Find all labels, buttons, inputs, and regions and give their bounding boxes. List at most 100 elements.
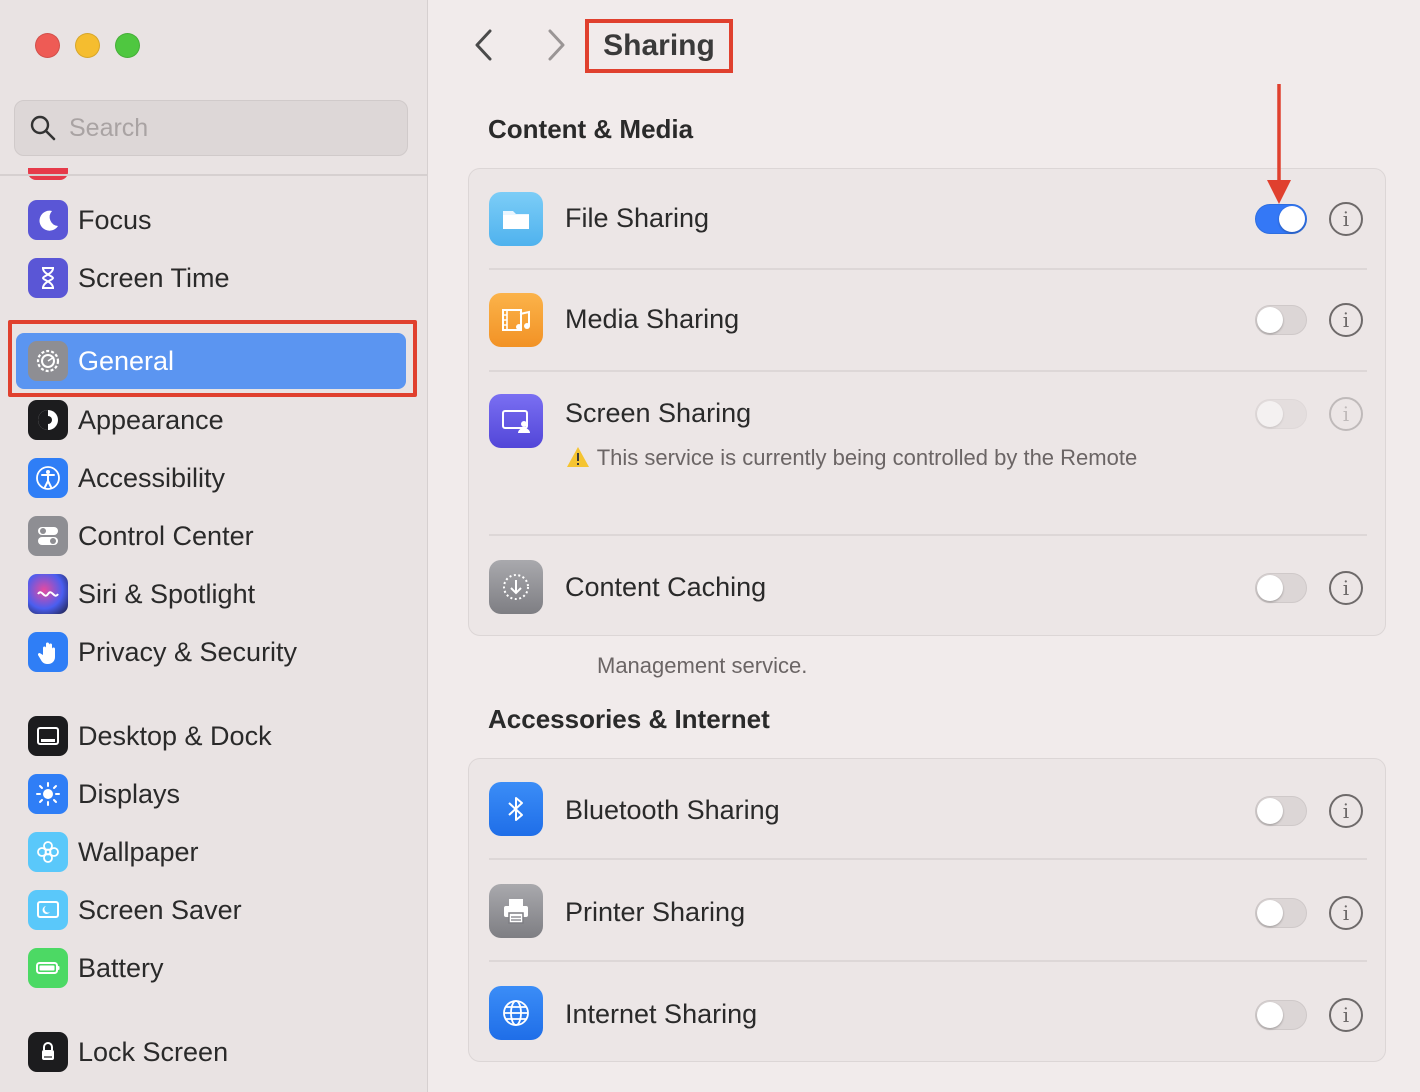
dock-icon [28,716,68,756]
info-icon: i [1342,799,1350,823]
chevron-right-icon [548,29,565,61]
battery-icon [28,948,68,988]
row-internet-sharing: Internet Sharing i [469,962,1387,1062]
sidebar-item-battery[interactable]: Battery [16,940,406,996]
sidebar-divider [0,174,427,176]
row-bluetooth-sharing: Bluetooth Sharing i [469,759,1387,859]
media-sharing-toggle[interactable] [1255,305,1307,335]
annotation-arrow [1267,84,1291,204]
printer-sharing-toggle[interactable] [1255,898,1307,928]
sidebar-item-general[interactable]: General [16,333,406,389]
sidebar-item-label: Battery [78,952,164,983]
flower-icon [28,832,68,872]
row-label: Bluetooth Sharing [565,795,780,825]
sidebar-item-screen-time[interactable]: Screen Time [16,250,406,306]
warning-text: This service is currently being controll… [596,445,1138,470]
sidebar-item-desktop-dock[interactable]: Desktop & Dock [16,708,406,764]
file-sharing-info-button[interactable]: i [1329,202,1363,236]
sidebar-item-control-center[interactable]: Control Center [16,508,406,564]
sidebar-item-label: Accessibility [78,462,226,493]
search-icon [30,115,56,141]
appearance-icon [28,400,68,440]
sidebar-item-label: Lock Screen [78,1036,229,1067]
search-input[interactable] [69,113,369,143]
info-icon: i [1342,207,1350,231]
content-media-card: File Sharing i Media Sharing i Screen Sh… [468,168,1387,678]
section-title-content-media: Content & Media [488,114,694,144]
zoom-window-button[interactable] [115,33,140,58]
warning-message: This service is currently being controll… [565,439,1205,477]
sidebar-item-appearance[interactable]: Appearance [16,392,406,448]
row-content-caching: Content Caching i [469,536,1387,636]
hand-icon [28,632,68,672]
sidebar-item-siri-spotlight[interactable]: Siri & Spotlight [16,566,406,622]
gear-icon [28,341,68,381]
sidebar-item-lock-screen[interactable]: Lock Screen [16,1024,406,1080]
row-media-sharing: Media Sharing i [469,270,1387,370]
row-file-sharing: File Sharing i [469,169,1387,269]
file-sharing-toggle[interactable] [1255,204,1307,234]
printer-icon [489,884,543,938]
info-icon: i [1342,308,1350,332]
bluetooth-sharing-toggle[interactable] [1255,796,1307,826]
row-label: Media Sharing [565,304,740,334]
row-printer-sharing: Printer Sharing i [469,860,1387,960]
info-icon: i [1342,1003,1350,1027]
media-sharing-info-button[interactable]: i [1329,303,1363,337]
sidebar-item-label: Privacy & Security [78,636,298,667]
sidebar-item-label: General [78,345,175,376]
screen-saver-icon [28,890,68,930]
sidebar-item-accessibility[interactable]: Accessibility [16,450,406,506]
download-icon [489,560,543,614]
warning-text-continued: Management service. [597,653,808,678]
sidebar-item-wallpaper[interactable]: Wallpaper [16,824,406,880]
sidebar-item-label: Desktop & Dock [78,720,272,751]
search-field[interactable] [14,100,408,156]
accessories-internet-card: Bluetooth Sharing i Printer Sharing i In… [468,758,1386,1062]
forward-button[interactable] [538,26,574,64]
sidebar-item-label: Displays [78,778,181,809]
sidebar-item-label: Wallpaper [78,836,199,867]
sidebar-item-displays[interactable]: Displays [16,766,406,822]
folder-icon [489,192,543,246]
minimize-window-button[interactable] [75,33,100,58]
page-title: Sharing [603,29,715,62]
sidebar-item-label: Screen Time [78,262,230,293]
sidebar: Focus Screen Time General Appearance Acc… [0,0,428,1092]
sidebar-item-label: Siri & Spotlight [78,578,256,609]
sidebar-item-label: Screen Saver [78,894,242,925]
screen-sharing-info-button[interactable]: i [1329,397,1363,431]
sidebar-item-screen-saver[interactable]: Screen Saver [16,882,406,938]
chevron-left-icon [475,29,492,61]
row-label: Screen Sharing [565,398,752,428]
sidebar-item-label: Appearance [78,404,224,435]
sidebar-item-focus[interactable]: Focus [16,192,406,248]
bluetooth-icon [489,782,543,836]
section-title-accessories-internet: Accessories & Internet [488,704,770,734]
printer-sharing-info-button[interactable]: i [1329,896,1363,930]
sun-icon [28,774,68,814]
row-label: Internet Sharing [565,999,758,1029]
bluetooth-sharing-info-button[interactable]: i [1329,794,1363,828]
switches-icon [28,516,68,556]
hourglass-icon [28,258,68,298]
window-controls [35,33,140,58]
info-icon: i [1342,402,1350,426]
page-title-highlight: Sharing [585,19,733,73]
internet-sharing-toggle[interactable] [1255,1000,1307,1030]
back-button[interactable] [466,26,502,64]
screen-sharing-toggle[interactable] [1255,399,1307,429]
info-icon: i [1342,901,1350,925]
moon-icon [28,200,68,240]
lock-icon [28,1032,68,1072]
row-screen-sharing: Screen Sharing i This service is current… [469,372,1387,678]
row-label: Content Caching [565,572,767,602]
globe-icon [489,986,543,1040]
content-caching-toggle[interactable] [1255,573,1307,603]
internet-sharing-info-button[interactable]: i [1329,998,1363,1032]
media-icon [489,293,543,347]
content-caching-info-button[interactable]: i [1329,571,1363,605]
close-window-button[interactable] [35,33,60,58]
siri-icon [28,574,68,614]
sidebar-item-privacy-security[interactable]: Privacy & Security [16,624,406,680]
